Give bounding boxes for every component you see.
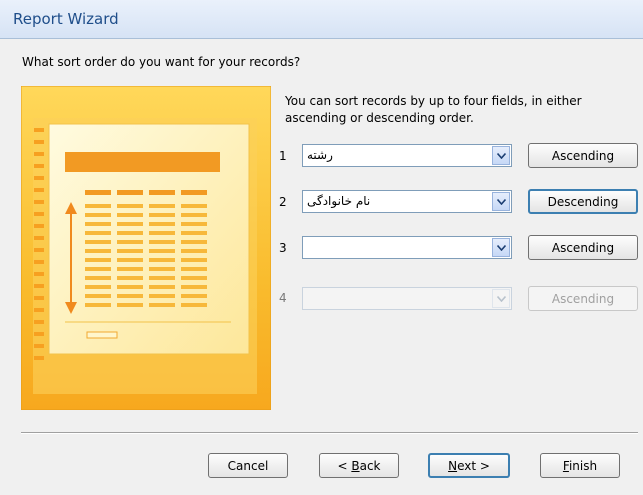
sort-field-4-combo xyxy=(302,287,512,310)
next-button[interactable]: Next > xyxy=(428,453,510,478)
next-mnemonic: N xyxy=(448,459,458,473)
cancel-button[interactable]: Cancel xyxy=(208,453,288,478)
back-mnemonic: B xyxy=(351,459,360,473)
back-prefix: < xyxy=(337,459,352,473)
next-rest: ext > xyxy=(457,459,490,473)
sort-field-2-value: نام خانوادگی xyxy=(307,194,371,208)
dropdown-arrow-icon[interactable] xyxy=(492,192,510,211)
back-rest: ack xyxy=(359,459,381,473)
sort-order-1-button[interactable]: Ascending xyxy=(528,143,638,168)
title-bar: Report Wizard xyxy=(0,0,643,39)
sort-field-1-combo[interactable]: رشته xyxy=(302,144,512,167)
sort-row-1-number: 1 xyxy=(279,149,287,163)
sort-field-3-combo[interactable] xyxy=(302,236,512,259)
back-button[interactable]: < Back xyxy=(319,453,399,478)
dropdown-arrow-icon[interactable] xyxy=(492,238,510,257)
finish-rest: inish xyxy=(568,459,598,473)
window-title: Report Wizard xyxy=(13,10,119,28)
sort-field-1-value: رشته xyxy=(307,148,333,162)
finish-button[interactable]: Finish xyxy=(540,453,620,478)
wizard-question: What sort order do you want for your rec… xyxy=(22,55,301,69)
sort-order-3-button[interactable]: Ascending xyxy=(528,235,638,260)
sort-row-2-number: 2 xyxy=(279,195,287,209)
dropdown-arrow-icon[interactable] xyxy=(492,146,510,165)
sort-order-2-button[interactable]: Descending xyxy=(528,189,638,214)
sort-field-2-combo[interactable]: نام خانوادگی xyxy=(302,190,512,213)
sort-order-4-button: Ascending xyxy=(528,286,638,311)
sort-row-3-number: 3 xyxy=(279,241,287,255)
report-illustration xyxy=(21,86,271,410)
sort-row-4-number: 4 xyxy=(279,291,287,305)
dropdown-arrow-icon xyxy=(492,289,510,308)
footer-separator xyxy=(21,432,638,434)
instructions-text: You can sort records by up to four field… xyxy=(285,94,582,125)
